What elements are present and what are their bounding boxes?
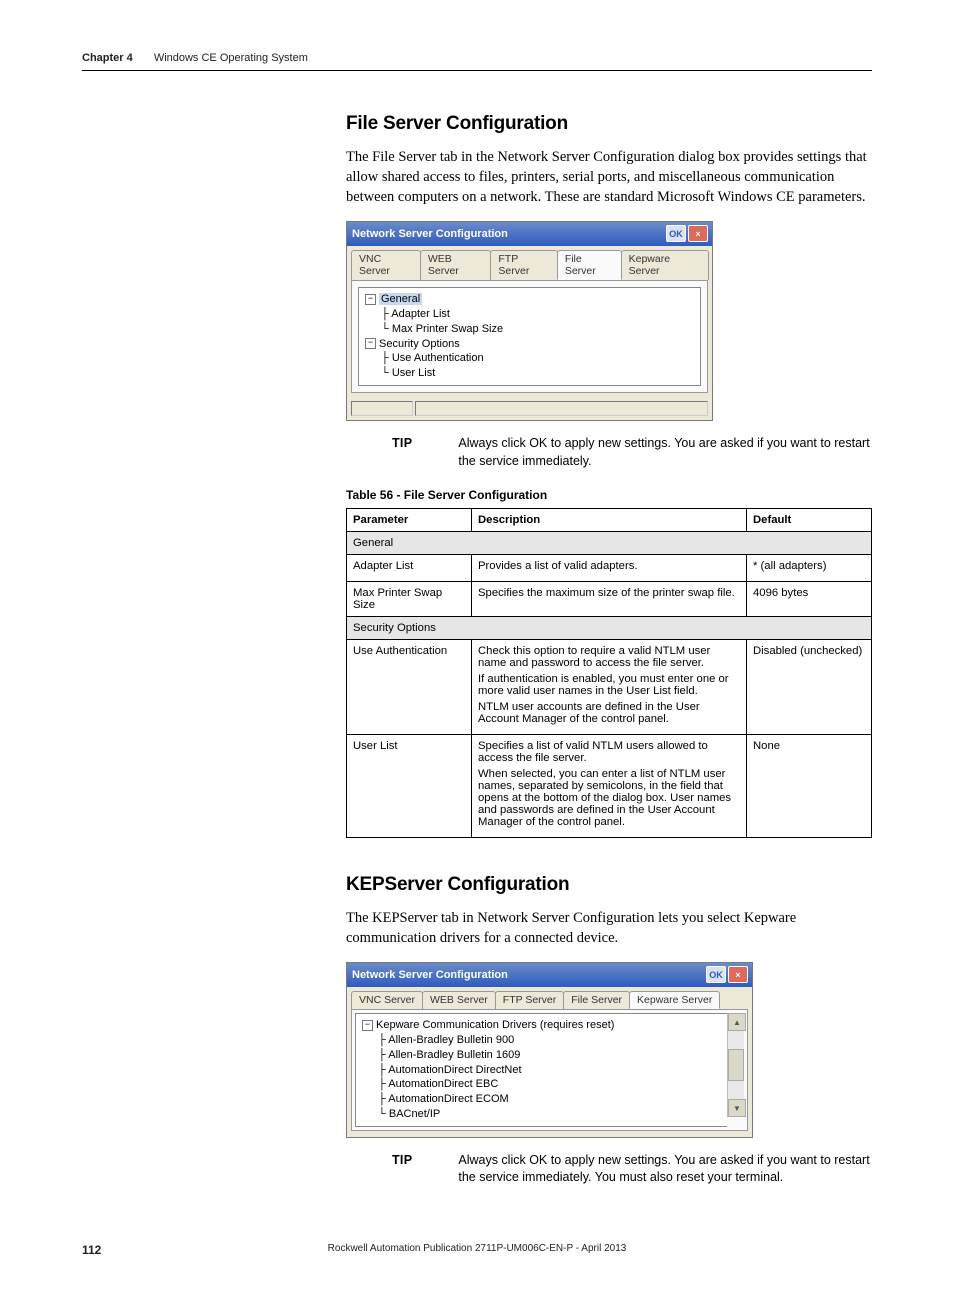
page-footer: 112 Rockwell Automation Publication 2711… xyxy=(82,1243,872,1254)
dialog-tabs: VNC Server WEB Server FTP Server File Se… xyxy=(347,246,712,280)
tip-block: TIP Always click OK to apply new setting… xyxy=(392,1152,872,1187)
tree-node-driver[interactable]: Allen-Bradley Bulletin 1609 xyxy=(388,1049,520,1061)
tree-node-driver[interactable]: Allen-Bradley Bulletin 900 xyxy=(388,1034,514,1046)
kepserver-dialog: Network Server Configuration OK × VNC Se… xyxy=(346,962,753,1138)
tree-node-adapter-list[interactable]: Adapter List xyxy=(391,308,450,320)
file-server-table: Parameter Description Default General Ad… xyxy=(346,508,872,838)
tree-node-driver[interactable]: BACnet/IP xyxy=(389,1108,440,1120)
scroll-down-icon[interactable]: ▼ xyxy=(728,1099,746,1117)
tree-node-drivers-root[interactable]: Kepware Communication Drivers (requires … xyxy=(376,1019,614,1031)
tip-label: TIP xyxy=(392,1152,412,1170)
col-description: Description xyxy=(472,509,747,532)
tree-node-general[interactable]: General xyxy=(379,293,422,305)
dialog-status-strip xyxy=(347,399,712,420)
tab-file-server[interactable]: File Server xyxy=(563,991,630,1009)
chapter-title: Windows CE Operating System xyxy=(154,52,308,64)
page-header: Chapter 4 Windows CE Operating System xyxy=(82,52,872,71)
tip-label: TIP xyxy=(392,435,412,453)
dialog-title: Network Server Configuration xyxy=(352,228,508,240)
tab-kepware-server[interactable]: Kepware Server xyxy=(629,991,720,1009)
table-caption: Table 56 - File Server Configuration xyxy=(346,488,872,502)
file-server-dialog: Network Server Configuration OK × VNC Se… xyxy=(346,221,713,421)
tab-file-server[interactable]: File Server xyxy=(557,250,622,280)
kepserver-tree[interactable]: −Kepware Communication Drivers (requires… xyxy=(355,1013,727,1127)
section-security: Security Options xyxy=(347,617,872,640)
tree-node-driver[interactable]: AutomationDirect EBC xyxy=(388,1078,498,1090)
chapter-label: Chapter 4 xyxy=(82,52,151,64)
dialog-titlebar: Network Server Configuration OK × xyxy=(347,222,712,246)
tip-text: Always click OK to apply new settings. Y… xyxy=(458,435,872,470)
scroll-thumb[interactable] xyxy=(728,1049,744,1081)
tree-node-driver[interactable]: AutomationDirect DirectNet xyxy=(388,1064,521,1076)
ok-button-icon[interactable]: OK xyxy=(666,225,686,242)
section-heading-file-server: File Server Configuration xyxy=(346,113,872,135)
tab-vnc-server[interactable]: VNC Server xyxy=(351,250,421,280)
tab-web-server[interactable]: WEB Server xyxy=(422,991,496,1009)
tab-kepware-server[interactable]: Kepware Server xyxy=(621,250,709,280)
collapse-icon[interactable]: − xyxy=(365,294,376,305)
collapse-icon[interactable]: − xyxy=(365,338,376,349)
dialog-title: Network Server Configuration xyxy=(352,969,508,981)
table-row: User List Specifies a list of valid NTLM… xyxy=(347,735,872,838)
tree-node-user-list[interactable]: User List xyxy=(392,367,435,379)
dialog-tab-panel: −General ├ Adapter List └ Max Printer Sw… xyxy=(351,280,708,393)
dialog-tab-panel: −Kepware Communication Drivers (requires… xyxy=(351,1009,748,1131)
file-server-tree[interactable]: −General ├ Adapter List └ Max Printer Sw… xyxy=(358,287,701,386)
publication-info: Rockwell Automation Publication 2711P-UM… xyxy=(328,1243,627,1254)
col-parameter: Parameter xyxy=(347,509,472,532)
file-server-intro: The File Server tab in the Network Serve… xyxy=(346,147,872,207)
ok-button-icon[interactable]: OK xyxy=(706,966,726,983)
table-row: Use Authentication Check this option to … xyxy=(347,640,872,735)
table-row: Adapter List Provides a list of valid ad… xyxy=(347,555,872,582)
close-icon[interactable]: × xyxy=(728,966,748,983)
close-icon[interactable]: × xyxy=(688,225,708,242)
tab-ftp-server[interactable]: FTP Server xyxy=(495,991,564,1009)
tip-text: Always click OK to apply new settings. Y… xyxy=(458,1152,872,1187)
section-general: General xyxy=(347,532,872,555)
scrollbar[interactable]: ▲ ▼ xyxy=(727,1013,744,1117)
page-number: 112 xyxy=(82,1243,101,1257)
col-default: Default xyxy=(747,509,872,532)
kepserver-intro: The KEPServer tab in Network Server Conf… xyxy=(346,908,872,948)
tab-web-server[interactable]: WEB Server xyxy=(420,250,492,280)
collapse-icon[interactable]: − xyxy=(362,1020,373,1031)
tab-ftp-server[interactable]: FTP Server xyxy=(490,250,557,280)
scroll-up-icon[interactable]: ▲ xyxy=(728,1013,746,1031)
tree-node-driver[interactable]: AutomationDirect ECOM xyxy=(388,1093,508,1105)
dialog-titlebar: Network Server Configuration OK × xyxy=(347,963,752,987)
section-heading-kepserver: KEPServer Configuration xyxy=(346,874,872,896)
dialog-tabs: VNC Server WEB Server FTP Server File Se… xyxy=(347,987,752,1009)
tree-node-max-printer[interactable]: Max Printer Swap Size xyxy=(392,323,503,335)
tree-node-use-auth[interactable]: Use Authentication xyxy=(392,352,484,364)
tab-vnc-server[interactable]: VNC Server xyxy=(351,991,423,1009)
tip-block: TIP Always click OK to apply new setting… xyxy=(392,435,872,470)
tree-node-security[interactable]: Security Options xyxy=(379,338,460,350)
table-row: Max Printer Swap Size Specifies the maxi… xyxy=(347,582,872,617)
